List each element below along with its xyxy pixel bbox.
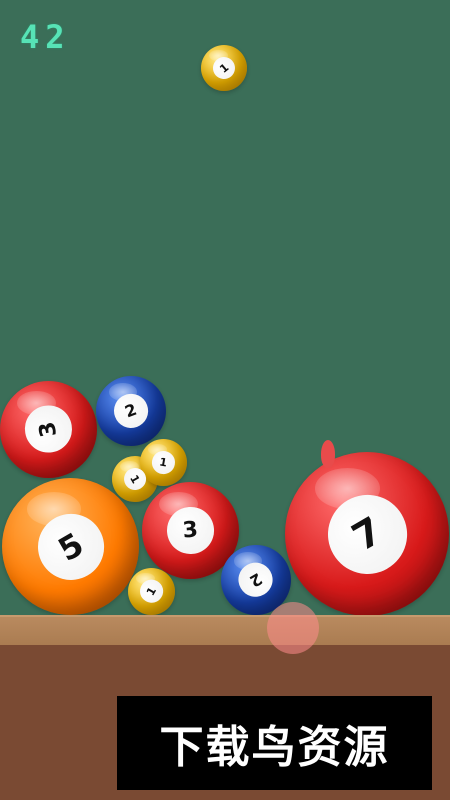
table-ledge	[0, 615, 450, 647]
ball-number: 5	[25, 501, 116, 592]
ball-orange-5: 5	[2, 478, 139, 615]
ball-number: 7	[313, 480, 421, 588]
ball-number: 2	[109, 389, 153, 433]
drop-indicator	[267, 602, 319, 654]
ball-red-3-left: 3	[0, 381, 97, 478]
falling-ball-1: 1	[201, 45, 247, 91]
ball-number: 2	[233, 557, 279, 603]
ball-number: 3	[165, 505, 216, 556]
ball-number: 1	[136, 576, 167, 607]
ball-blue-2-top: 2	[96, 376, 166, 446]
ball-number: 1	[150, 449, 177, 476]
ball-red-7: 7	[285, 452, 449, 616]
watermark-text: 下载鸟资源	[159, 722, 390, 773]
merge-splash	[321, 440, 335, 468]
ball-yellow-1-b: 1	[140, 439, 187, 486]
ball-yellow-1-low: 1	[128, 568, 175, 615]
watermark: 下载鸟资源	[117, 696, 432, 790]
score-display: 42	[20, 18, 71, 56]
ball-number: 1	[208, 52, 240, 84]
ball-number: 3	[21, 402, 76, 457]
